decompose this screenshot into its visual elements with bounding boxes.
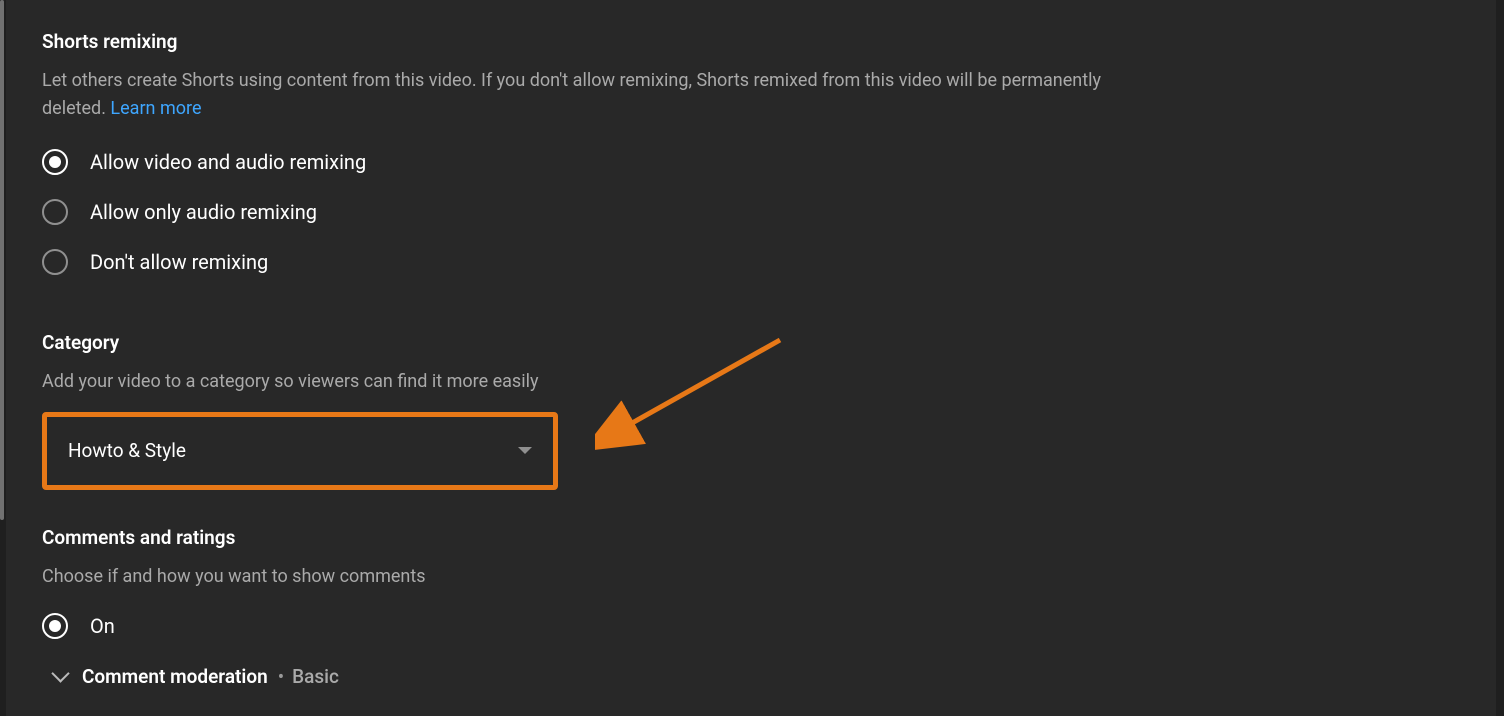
shorts-remixing-desc: Let others create Shorts using content f…	[42, 67, 1142, 123]
radio-allow-video-audio[interactable]: Allow video and audio remixing	[42, 149, 1460, 175]
radio-label: Allow only audio remixing	[90, 200, 317, 224]
scrollbar-thumb[interactable]	[0, 0, 4, 520]
radio-label: Don't allow remixing	[90, 250, 268, 274]
category-dropdown[interactable]: Howto & Style	[50, 420, 550, 482]
category-title: Category	[42, 331, 1460, 354]
shorts-remixing-title: Shorts remixing	[42, 30, 1460, 53]
comments-section: Comments and ratings Choose if and how y…	[42, 526, 1460, 688]
chevron-down-icon	[52, 671, 68, 681]
radio-icon	[42, 199, 68, 225]
radio-icon	[42, 249, 68, 275]
category-desc: Add your video to a category so viewers …	[42, 368, 1142, 396]
separator-dot: •	[278, 665, 284, 688]
radio-allow-audio-only[interactable]: Allow only audio remixing	[42, 199, 1460, 225]
radio-icon	[42, 613, 68, 639]
learn-more-link[interactable]: Learn more	[110, 98, 201, 119]
shorts-remixing-radio-group: Allow video and audio remixing Allow onl…	[42, 149, 1460, 275]
caret-down-icon	[518, 447, 532, 454]
radio-dont-allow[interactable]: Don't allow remixing	[42, 249, 1460, 275]
settings-panel: Shorts remixing Let others create Shorts…	[6, 0, 1496, 716]
shorts-remixing-section: Shorts remixing Let others create Shorts…	[42, 30, 1460, 275]
comment-moderation-label: Comment moderation	[82, 665, 268, 688]
radio-label: On	[90, 614, 115, 638]
category-section: Category Add your video to a category so…	[42, 331, 1460, 490]
category-selected-value: Howto & Style	[68, 439, 186, 462]
radio-icon	[42, 149, 68, 175]
comment-moderation-value: Basic	[292, 665, 339, 688]
radio-comments-on[interactable]: On	[42, 613, 1460, 639]
comments-title: Comments and ratings	[42, 526, 1460, 549]
radio-label: Allow video and audio remixing	[90, 150, 366, 174]
comment-moderation-toggle[interactable]: Comment moderation • Basic	[52, 665, 1460, 688]
category-dropdown-highlight: Howto & Style	[42, 412, 558, 490]
comments-desc: Choose if and how you want to show comme…	[42, 563, 1142, 591]
